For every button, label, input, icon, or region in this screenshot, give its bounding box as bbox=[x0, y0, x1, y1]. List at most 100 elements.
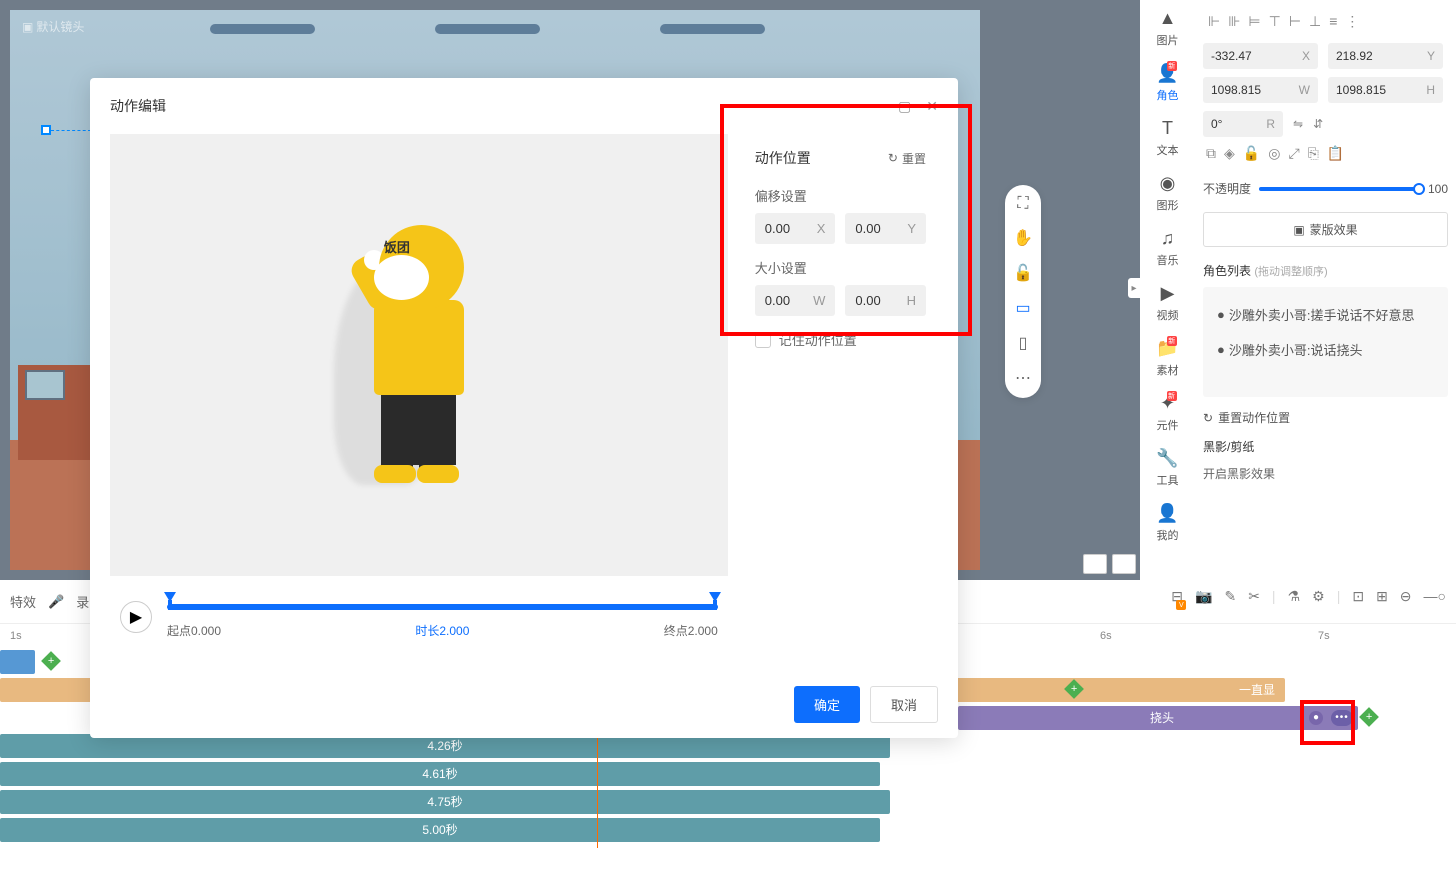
track-row-7[interactable]: 5.00秒 bbox=[0, 816, 1456, 843]
copy-icon[interactable]: ⧉ bbox=[1206, 145, 1216, 162]
rotation-input[interactable]: 0°R bbox=[1203, 111, 1283, 137]
tool-music[interactable]: ♫ 音乐 bbox=[1157, 228, 1179, 268]
align-middle-icon[interactable]: ⊢ bbox=[1289, 13, 1301, 30]
align-bottom-icon[interactable]: ⊥ bbox=[1309, 13, 1321, 30]
settings-icon[interactable]: ⚙ bbox=[1312, 588, 1325, 615]
clipboard-icon[interactable]: 📋 bbox=[1327, 145, 1344, 162]
collapse-icon[interactable]: ⊡ bbox=[1352, 588, 1364, 615]
track-purple-label: 挠头 bbox=[1150, 709, 1174, 726]
expand-icon[interactable]: ⤢ bbox=[1288, 145, 1299, 162]
display-icon[interactable]: ▭ bbox=[1015, 298, 1030, 318]
role-item-2[interactable]: ● 沙雕外卖小哥:说话挠头 bbox=[1213, 332, 1438, 367]
zoom-out-icon[interactable]: ⊖ bbox=[1400, 588, 1412, 615]
cancel-button[interactable]: 取消 bbox=[870, 686, 938, 723]
tool-video[interactable]: ▶ 视频 bbox=[1157, 283, 1179, 323]
size-w-input[interactable]: 0.00W bbox=[755, 285, 836, 316]
fullscreen-icon[interactable]: ⛶ bbox=[1017, 195, 1028, 213]
align-right-icon[interactable]: ⊨ bbox=[1248, 13, 1260, 30]
track-row-6[interactable]: 4.75秒 bbox=[0, 788, 1456, 815]
expand-icon[interactable]: ⊞ bbox=[1376, 588, 1388, 615]
distribute-v-icon[interactable]: ⋮ bbox=[1345, 13, 1359, 30]
canvas-floating-toolbar: ⛶ ✋ 🔓 ▭ ▯ ⋯ bbox=[1005, 185, 1041, 398]
track-more-button[interactable]: ••• bbox=[1331, 710, 1353, 726]
unlock-icon[interactable]: 🔓 bbox=[1243, 145, 1260, 162]
thumb-1[interactable] bbox=[1083, 554, 1107, 574]
camera-icon[interactable]: 📷 bbox=[1195, 588, 1212, 615]
align-icon[interactable]: ⊟V bbox=[1171, 588, 1183, 615]
tool-tools[interactable]: 🔧 工具 bbox=[1156, 448, 1178, 488]
slider-icon[interactable]: —○ bbox=[1424, 588, 1446, 615]
timeline-track[interactable]: 起点0.000 时长2.000 终点2.000 bbox=[167, 596, 718, 639]
tool-image[interactable]: ▲ 图片 bbox=[1157, 8, 1179, 48]
flip-h-icon[interactable]: ⇋ bbox=[1293, 117, 1303, 131]
track-circle-icon[interactable]: ● bbox=[1309, 711, 1323, 725]
reset-button[interactable]: ↻ 重置 bbox=[888, 150, 926, 167]
preview-canvas[interactable]: 饭团 bbox=[110, 134, 728, 576]
track-teal-4[interactable]: 5.00秒 bbox=[0, 818, 880, 842]
lock-icon[interactable]: 🔓 bbox=[1013, 263, 1033, 283]
distribute-h-icon[interactable]: ≡ bbox=[1329, 13, 1337, 30]
offset-x-value: 0.00 bbox=[765, 221, 790, 236]
track-purple[interactable]: 挠头 ● ••• bbox=[958, 706, 1358, 730]
light-bar bbox=[660, 24, 765, 34]
y-input[interactable]: 218.92Y bbox=[1328, 43, 1443, 69]
edit-icon[interactable]: ✎ bbox=[1224, 588, 1236, 615]
sidebar-expand-handle[interactable]: ▸ bbox=[1128, 278, 1140, 298]
thumb-2[interactable] bbox=[1112, 554, 1136, 574]
offset-y-input[interactable]: 0.00Y bbox=[845, 213, 926, 244]
mobile-icon[interactable]: ▯ bbox=[1019, 333, 1028, 353]
time-1s: 1s bbox=[10, 630, 22, 642]
tool-text[interactable]: T 文本 bbox=[1157, 118, 1179, 158]
new-badge: 新 bbox=[1167, 391, 1177, 401]
offset-label: 偏移设置 bbox=[755, 186, 926, 205]
remember-position-row[interactable]: 记住动作位置 bbox=[755, 330, 926, 349]
tool-character[interactable]: 👤 角色 新 bbox=[1156, 63, 1178, 103]
track-teal-3[interactable]: 4.75秒 bbox=[0, 790, 890, 814]
track-orange-label: 一直显 bbox=[1239, 681, 1275, 698]
flip-v-icon[interactable]: ⇵ bbox=[1313, 117, 1323, 131]
layers-icon[interactable]: ◈ bbox=[1224, 145, 1235, 162]
more-icon[interactable]: ⋯ bbox=[1015, 368, 1031, 388]
crop-icon[interactable]: ✂ bbox=[1248, 588, 1260, 615]
timeline-control: ▶ 起点0.000 时长2.000 终点2.000 bbox=[110, 576, 728, 659]
tool-component[interactable]: ✦ 元件 新 bbox=[1157, 393, 1179, 433]
tool-material[interactable]: 📁 素材 新 bbox=[1156, 338, 1178, 378]
align-top-icon[interactable]: ⊤ bbox=[1269, 13, 1281, 30]
reset-action-position[interactable]: ↻ 重置动作位置 bbox=[1203, 409, 1448, 426]
size-h-input[interactable]: 0.00H bbox=[845, 285, 926, 316]
role-item-1[interactable]: ● 沙雕外卖小哥:搓手说话不好意思 bbox=[1213, 297, 1438, 332]
x-input[interactable]: -332.47X bbox=[1203, 43, 1318, 69]
align-center-h-icon[interactable]: ⊪ bbox=[1228, 13, 1240, 30]
filter-icon[interactable]: ⚗ bbox=[1288, 588, 1301, 615]
track-row-5[interactable]: 4.61秒 bbox=[0, 760, 1456, 787]
modal-header: 动作编辑 ▢ ✕ bbox=[90, 78, 958, 134]
h-input[interactable]: 1098.815H bbox=[1328, 77, 1443, 103]
tool-shape[interactable]: ◉ 图形 bbox=[1157, 173, 1179, 213]
track-teal-2[interactable]: 4.61秒 bbox=[0, 762, 880, 786]
y-value: 218.92 bbox=[1336, 49, 1373, 63]
track-blue-short[interactable] bbox=[0, 650, 35, 674]
opacity-slider[interactable] bbox=[1259, 187, 1420, 191]
duplicate-icon[interactable]: ⎘ bbox=[1308, 145, 1319, 162]
target-icon[interactable]: ◎ bbox=[1268, 145, 1280, 162]
maximize-icon[interactable]: ▢ bbox=[898, 98, 911, 115]
confirm-button[interactable]: 确定 bbox=[794, 686, 860, 723]
close-icon[interactable]: ✕ bbox=[926, 98, 938, 115]
enable-shadow-label: 开启黑影效果 bbox=[1203, 465, 1448, 482]
plus-marker[interactable] bbox=[41, 651, 61, 671]
play-button[interactable]: ▶ bbox=[120, 601, 152, 633]
mask-effect-button[interactable]: ▣ 蒙版效果 bbox=[1203, 212, 1448, 247]
opacity-thumb[interactable] bbox=[1413, 183, 1425, 195]
person-icon: 👤 bbox=[1156, 503, 1178, 524]
size-w-value: 0.00 bbox=[765, 293, 790, 308]
plus-marker[interactable] bbox=[1359, 707, 1379, 727]
effect-label[interactable]: 特效 bbox=[10, 592, 36, 611]
align-left-icon[interactable]: ⊩ bbox=[1208, 13, 1220, 30]
offset-x-input[interactable]: 0.00X bbox=[755, 213, 836, 244]
w-input[interactable]: 1098.815W bbox=[1203, 77, 1318, 103]
preview-area: 饭团 ▶ 起点0.000 时长2.000 bbox=[110, 134, 728, 671]
selection-handle[interactable] bbox=[41, 125, 51, 135]
tool-mine[interactable]: 👤 我的 bbox=[1156, 503, 1178, 543]
remember-checkbox[interactable] bbox=[755, 332, 771, 348]
hand-icon[interactable]: ✋ bbox=[1013, 228, 1033, 248]
